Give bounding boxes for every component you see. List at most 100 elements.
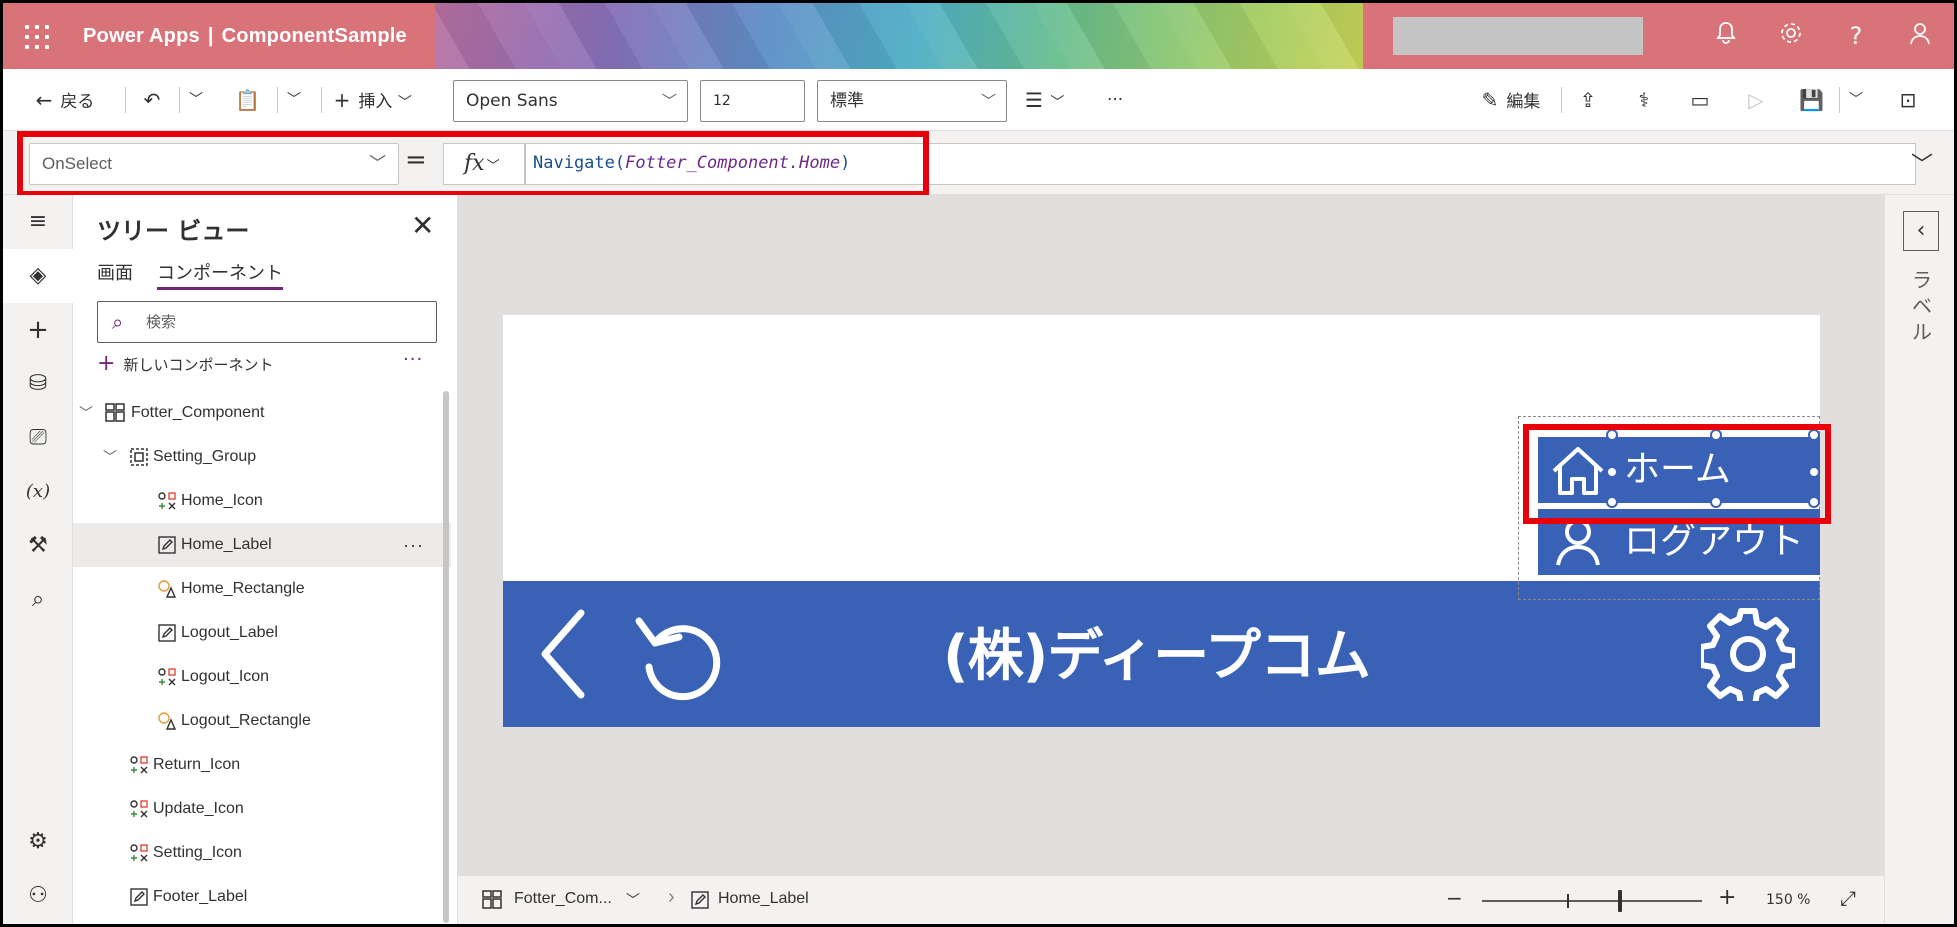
save-dropdown-chevron-icon[interactable]: ﹀ (1849, 85, 1863, 115)
back-button[interactable]: ← 戻る (33, 85, 95, 115)
font-size-value: 12 (713, 93, 731, 109)
label-edit-icon (158, 624, 176, 642)
preview-button[interactable]: ▷ (1745, 85, 1767, 115)
return-chevron-left-icon[interactable] (537, 609, 587, 699)
tree-item[interactable]: Home_Rectangle (73, 567, 451, 611)
breadcrumb-chevron-down-icon[interactable]: ﹀ (626, 890, 640, 910)
tree-item-label: Setting_Group (153, 448, 257, 465)
panel-vertical-label: ラベル (1912, 268, 1932, 344)
zoom-slider[interactable] (1482, 900, 1702, 902)
insert-plus-icon[interactable]: + (3, 303, 73, 357)
chevron-down-icon[interactable]: ﹀ (103, 435, 117, 479)
close-icon[interactable]: ✕ (411, 209, 434, 242)
undo-icon: ↶ (143, 88, 161, 112)
zoom-in-plus-icon[interactable]: + (1718, 885, 1736, 910)
font-weight-dropdown[interactable]: 標準 ﹀ (817, 80, 1007, 122)
breadcrumb-control[interactable]: Home_Label (718, 890, 809, 908)
more-commands-button[interactable]: ··· (1107, 85, 1123, 115)
zoom-level: 150 % (1766, 892, 1811, 908)
share-icon: ⇪ (1579, 88, 1597, 112)
tab-components[interactable]: コンポーネント (157, 259, 283, 290)
footer-component[interactable]: (株)ディープコム (503, 581, 1820, 727)
icon-control-icon (158, 492, 176, 510)
tree-item[interactable]: ﹀ Setting_Group (73, 435, 451, 479)
comment-icon: ▭ (1690, 88, 1710, 112)
tree-item[interactable]: Return_Icon (73, 743, 451, 787)
component-icon (482, 890, 502, 909)
tree-item[interactable]: Home_Label ··· (73, 523, 451, 567)
chevron-down-icon[interactable]: ﹀ (79, 391, 93, 435)
data-cylinder-icon[interactable]: ⛁ (3, 357, 73, 411)
new-component-button[interactable]: + 新しいコンポーネント (97, 351, 273, 376)
help-icon[interactable]: ? (1841, 21, 1871, 51)
publish-button[interactable]: ⊡ (1897, 85, 1919, 115)
breadcrumb-separator-icon: › (668, 886, 675, 908)
update-undo-icon[interactable] (633, 607, 725, 701)
hamburger-menu-icon[interactable]: ≡ (3, 195, 73, 249)
left-nav-rail: ≡ ◈ + ⛁ ⎚ (x) ⚒ ⌕ ⚙ ⚇ (3, 195, 73, 924)
highlight-box-formula (17, 131, 929, 197)
tree-item-label: Logout_Icon (181, 668, 270, 685)
more-dots: ··· (1107, 90, 1124, 110)
more-options-icon[interactable]: ··· (403, 349, 423, 370)
tree-item[interactable]: Setting_Icon (73, 831, 451, 875)
undo-button[interactable]: ↶ (141, 85, 163, 115)
share-button[interactable]: ⇪ (1577, 85, 1599, 115)
app-checker-button[interactable]: ⚕ (1633, 85, 1655, 115)
font-family-dropdown[interactable]: Open Sans ﹀ (453, 80, 688, 122)
comments-button[interactable]: ▭ (1689, 85, 1711, 115)
search-icon[interactable]: ⌕ (3, 573, 73, 627)
setting-gear-icon[interactable] (1701, 607, 1795, 701)
tree-item[interactable]: ﹀ Fotter_Component (73, 391, 451, 435)
tree-item-label: Logout_Rectangle (181, 712, 311, 729)
tree-item[interactable]: Home_Icon (73, 479, 451, 523)
app-launcher-icon[interactable] (23, 23, 51, 51)
app-title: Power Apps | ComponentSample (83, 25, 407, 48)
expand-panel-chevron-left-icon[interactable]: ‹ (1903, 211, 1939, 251)
tools-icon[interactable]: ⚒ (3, 519, 73, 573)
zoom-slider-thumb[interactable] (1618, 890, 1622, 912)
font-value: Open Sans (466, 91, 558, 111)
label-edit-icon (691, 891, 709, 909)
tab-screens[interactable]: 画面 (97, 259, 133, 285)
zoom-out-minus-icon[interactable]: − (1446, 886, 1463, 910)
media-icon[interactable]: ⎚ (3, 411, 73, 465)
undo-dropdown-chevron-icon[interactable]: ﹀ (189, 85, 203, 115)
tree-item[interactable]: Logout_Rectangle (73, 699, 451, 743)
font-size-input[interactable]: 12 (700, 80, 805, 122)
user-account-icon[interactable] (1905, 21, 1935, 51)
virtual-agent-icon[interactable]: ⚇ (3, 869, 73, 923)
edit-button[interactable]: ✎ 編集 (1479, 85, 1541, 115)
tree-view-layers-icon[interactable]: ◈ (3, 249, 73, 303)
align-button[interactable]: ☰ ﹀ (1023, 85, 1064, 115)
user-logout-icon[interactable] (1554, 517, 1602, 567)
variables-icon[interactable]: (x) (3, 465, 73, 519)
arrow-left-icon: ← (35, 88, 53, 112)
fit-to-window-expand-icon[interactable]: ⤢ (1840, 886, 1856, 910)
insert-button[interactable]: + 挿入 ﹀ (331, 85, 412, 115)
breadcrumb-component[interactable]: Fotter_Com... (514, 890, 612, 908)
align-lines-icon: ☰ (1025, 88, 1043, 112)
search-input[interactable]: ⌕ 検索 (97, 301, 437, 343)
footer-label[interactable]: (株)ディープコム (943, 611, 1503, 692)
paste-dropdown-chevron-icon[interactable]: ﹀ (287, 85, 301, 115)
header-banner-pattern (435, 3, 1363, 69)
settings-gear-icon[interactable]: ⚙ (3, 815, 73, 869)
app-window: Power Apps | ComponentSample ? ← 戻る ↶ ﹀ 📋 … (0, 0, 1957, 927)
tree-item[interactable]: Update_Icon (73, 787, 451, 831)
properties-panel-collapsed: ‹ ラベル (1884, 195, 1954, 924)
tree-item[interactable]: Logout_Label (73, 611, 451, 655)
expand-formula-chevron-icon[interactable]: ﹀ (1911, 147, 1933, 179)
product-name: Power Apps (83, 25, 200, 47)
paste-button[interactable]: 📋 (235, 85, 260, 115)
tree-item[interactable]: Footer_Label (73, 875, 451, 919)
command-bar: ← 戻る ↶ ﹀ 📋 ﹀ + 挿入 ﹀ Open Sans ﹀ 12 標準 ﹀ ☰ … (3, 69, 1954, 131)
tree-item[interactable]: Logout_Icon (73, 655, 451, 699)
tree-scrollbar[interactable] (443, 391, 449, 923)
notification-bell-icon[interactable] (1711, 21, 1741, 51)
zoom-slider-tick (1567, 894, 1569, 908)
settings-gear-icon[interactable] (1776, 21, 1806, 51)
divider (277, 87, 278, 113)
more-options-icon[interactable]: ··· (403, 523, 424, 567)
save-button[interactable]: 💾 (1799, 85, 1824, 115)
